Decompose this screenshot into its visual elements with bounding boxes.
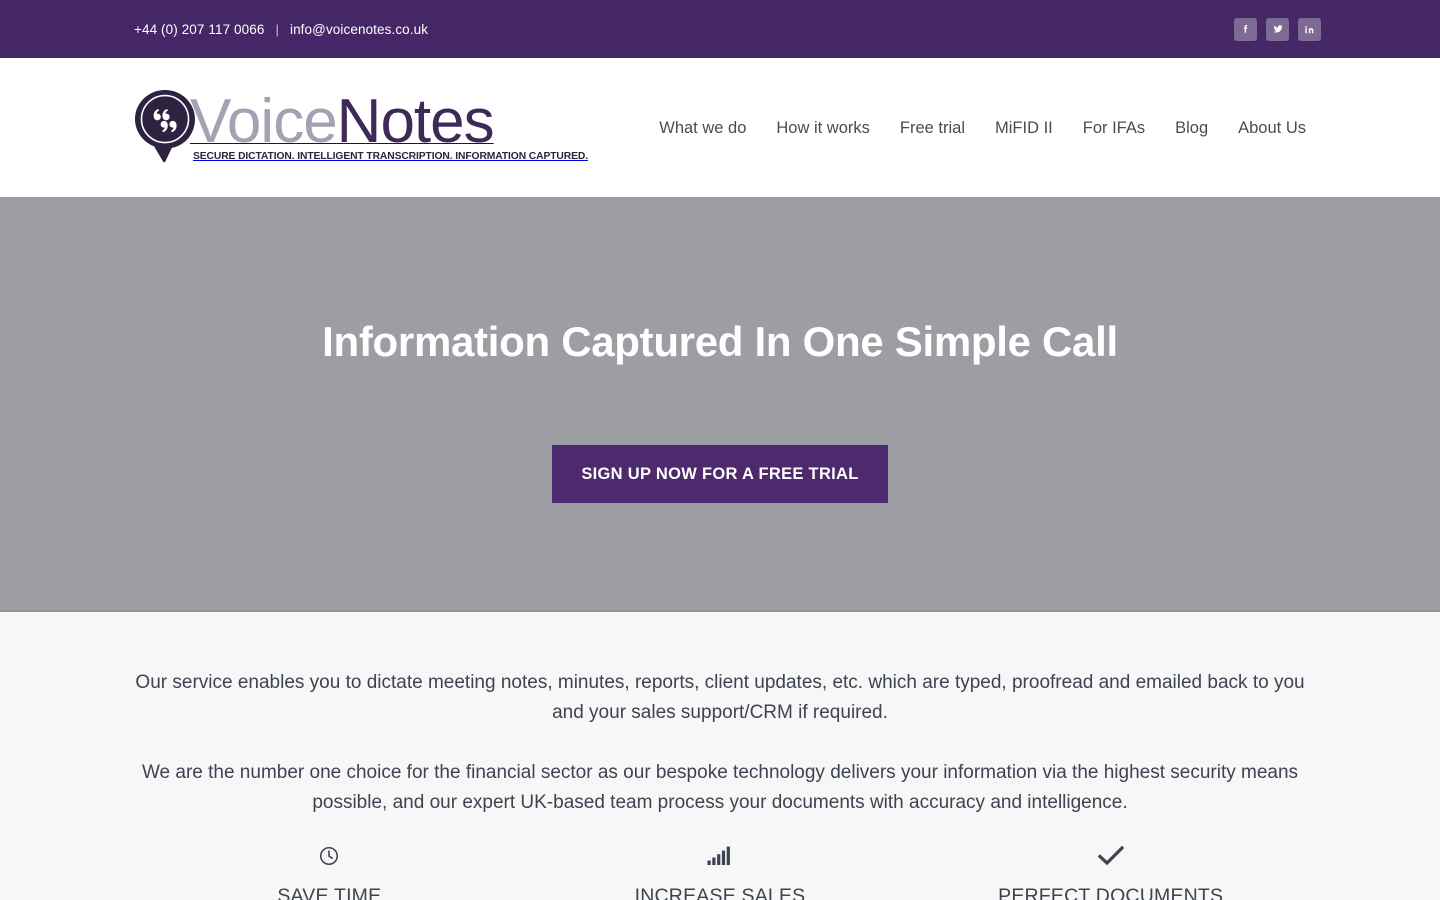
nav-item-about-us[interactable]: About Us	[1223, 113, 1306, 144]
feature-save-time: SAVE TIME	[134, 843, 525, 900]
check-icon	[1097, 843, 1124, 869]
hero-banner: Information Captured In One Simple Call …	[0, 197, 1440, 612]
contact-info: +44 (0) 207 117 0066 | info@voicenotes.c…	[134, 22, 428, 37]
email-link[interactable]: info@voicenotes.co.uk	[290, 22, 428, 37]
feature-perfect-documents: PERFECT DOCUMENTS	[915, 843, 1306, 900]
feature-label-save-time: SAVE TIME	[277, 885, 382, 900]
intro-section: Our service enables you to dictate meeti…	[0, 612, 1440, 900]
intro-paragraph-one: Our service enables you to dictate meeti…	[135, 672, 1305, 723]
facebook-icon[interactable]	[1234, 17, 1257, 41]
signup-free-trial-button[interactable]: SIGN UP NOW FOR A FREE TRIAL	[552, 445, 888, 503]
nav-item-blog[interactable]: Blog	[1160, 113, 1223, 144]
feature-highlights: SAVE TIME INCREASE SALES PERFECT DOCUMEN…	[134, 843, 1306, 900]
nav-item-mifid-ii[interactable]: MiFID II	[980, 113, 1068, 144]
logo-word-notes: Notes	[336, 86, 495, 156]
logo-word-voice: Voice	[190, 86, 338, 156]
feature-label-perfect-documents: PERFECT DOCUMENTS	[998, 885, 1224, 900]
twitter-icon[interactable]	[1266, 17, 1289, 41]
clock-icon	[318, 843, 340, 869]
nav-item-free-trial[interactable]: Free trial	[885, 113, 980, 144]
nav-item-how-it-works[interactable]: How it works	[761, 113, 885, 144]
main-navigation: What we do How it works Free trial MiFID…	[644, 113, 1306, 144]
top-contact-bar: +44 (0) 207 117 0066 | info@voicenotes.c…	[0, 0, 1440, 58]
site-header: VoiceNotes SECURE DICTATION. INTELLIGENT…	[0, 58, 1440, 197]
social-links	[1234, 17, 1321, 41]
speech-bubble-quote-icon	[134, 89, 196, 163]
linkedin-icon[interactable]	[1298, 17, 1321, 41]
bar-chart-icon	[707, 843, 733, 869]
feature-increase-sales: INCREASE SALES	[525, 843, 916, 900]
logo-text: VoiceNotes SECURE DICTATION. INTELLIGENT…	[190, 87, 588, 162]
logo-wordmark: VoiceNotes	[190, 86, 495, 156]
nav-item-what-we-do[interactable]: What we do	[644, 113, 761, 144]
feature-label-increase-sales: INCREASE SALES	[634, 885, 806, 900]
phone-link[interactable]: +44 (0) 207 117 0066	[134, 22, 264, 37]
hero-title: Information Captured In One Simple Call	[322, 318, 1118, 365]
contact-separator: |	[275, 21, 279, 37]
site-logo[interactable]: VoiceNotes SECURE DICTATION. INTELLIGENT…	[134, 87, 588, 169]
logo-tagline: SECURE DICTATION. INTELLIGENT TRANSCRIPT…	[193, 150, 588, 162]
nav-item-for-ifas[interactable]: For IFAs	[1068, 113, 1160, 144]
intro-paragraph-two: We are the number one choice for the fin…	[141, 762, 1299, 813]
